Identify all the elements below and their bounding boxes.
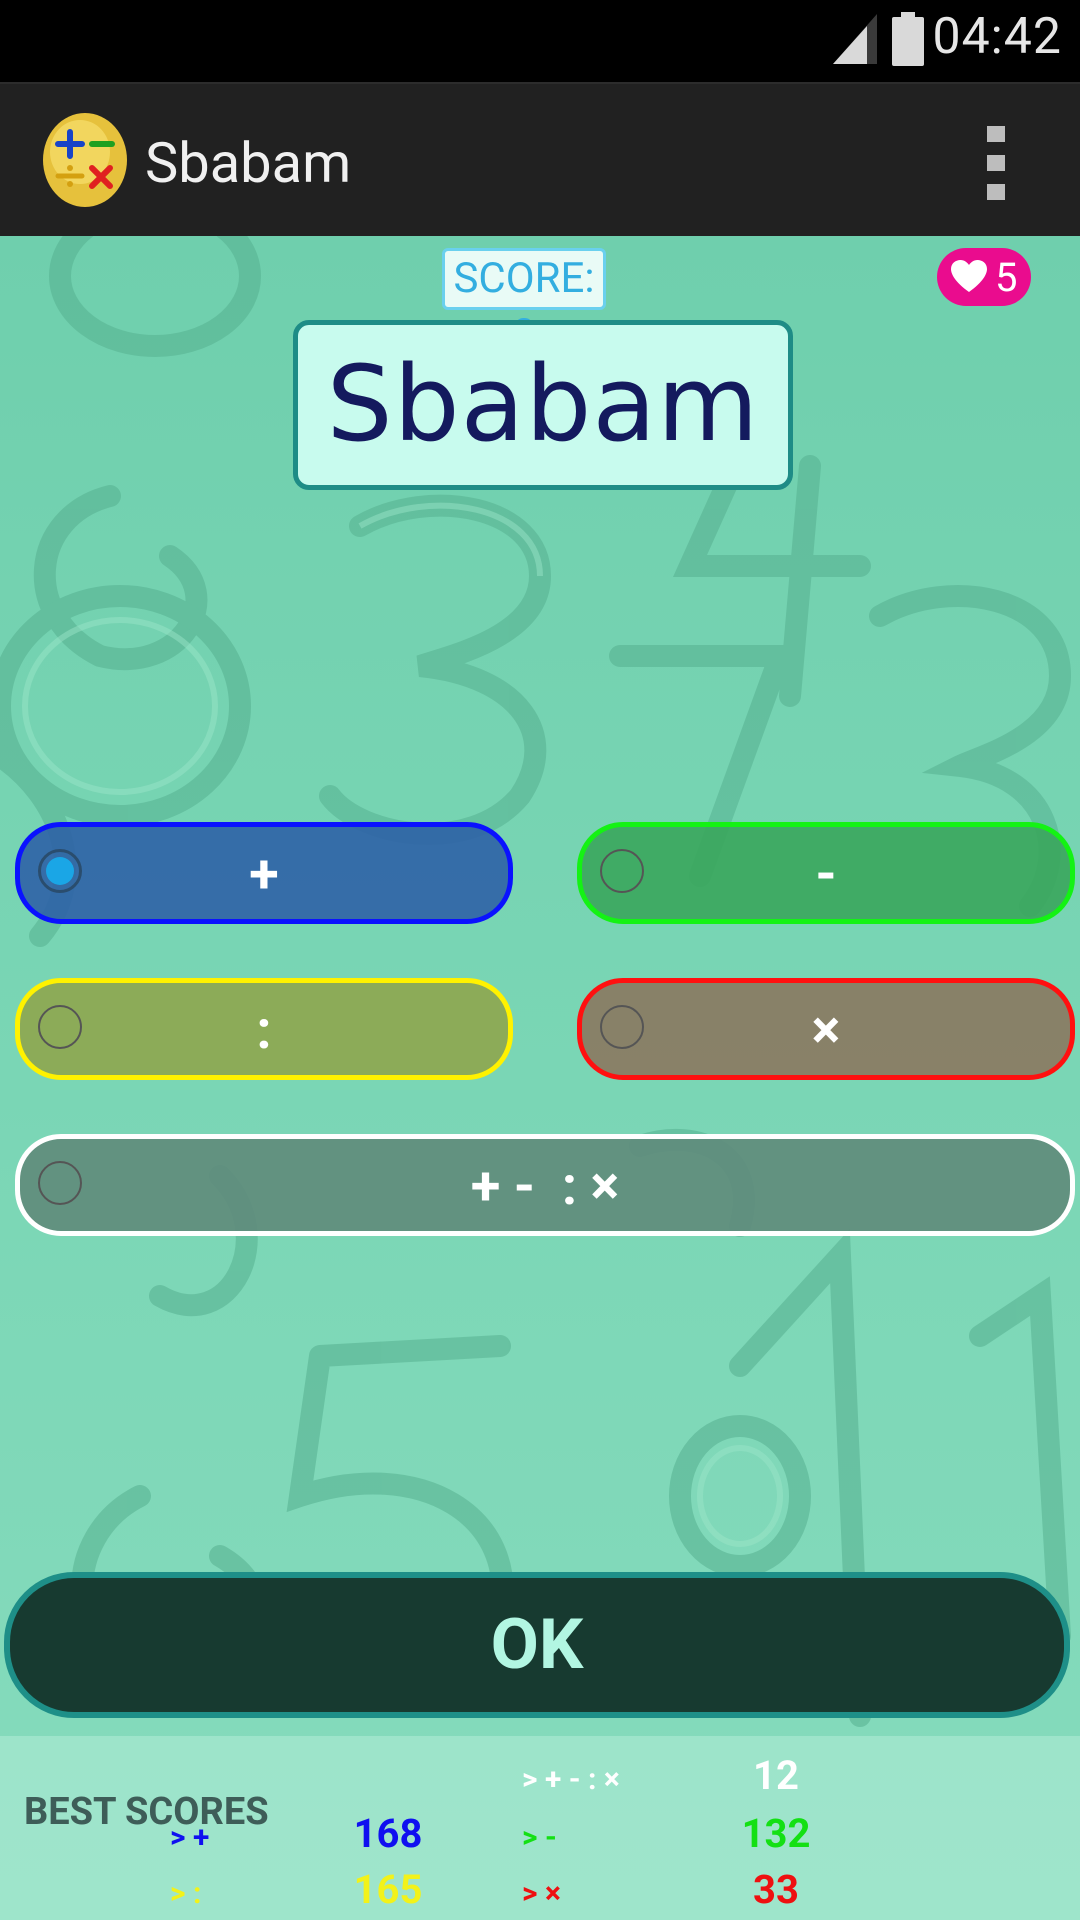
lives-badge: 5 xyxy=(937,248,1031,306)
op-addition-label: + xyxy=(249,843,279,906)
op-division-button[interactable]: : xyxy=(15,978,513,1080)
best-scores-title: BEST SCORES xyxy=(24,1790,269,1834)
op-multiplication-button[interactable]: × xyxy=(577,978,1075,1080)
battery-icon xyxy=(892,12,924,66)
best-scores-panel: BEST SCORES > + 168 > : 165 > + - : × 12… xyxy=(0,1736,1080,1920)
best-label-subtraction: > - xyxy=(522,1820,557,1855)
app-title: Sbabam xyxy=(145,130,352,196)
lives-count: 5 xyxy=(995,254,1018,301)
signal-icon xyxy=(833,14,877,64)
game-title: Sbabam xyxy=(293,320,793,490)
overflow-menu-icon[interactable] xyxy=(984,126,1008,200)
game-screen: SCORE: 0 5 Sbabam + - : × + - : × OK xyxy=(0,236,1080,1920)
best-value-division: 165 xyxy=(353,1866,423,1913)
op-subtraction-label: - xyxy=(815,843,837,906)
best-value-subtraction: 132 xyxy=(741,1810,811,1857)
best-value-all: 12 xyxy=(753,1752,799,1799)
op-multiplication-label: × xyxy=(811,999,841,1062)
best-label-addition: > + xyxy=(170,1820,210,1855)
action-bar: Sbabam xyxy=(0,82,1080,238)
status-bar: 04:42 xyxy=(0,0,1080,82)
op-all-label: + - : × xyxy=(470,1155,620,1218)
op-all-button[interactable]: + - : × xyxy=(15,1134,1075,1236)
status-time: 04:42 xyxy=(932,8,1062,66)
op-subtraction-button[interactable]: - xyxy=(577,822,1075,924)
best-label-multiplication: > × xyxy=(522,1876,561,1911)
op-division-label: : xyxy=(256,999,272,1062)
ok-button[interactable]: OK xyxy=(4,1572,1070,1718)
score-display: SCORE: 0 xyxy=(442,248,606,359)
best-value-addition: 168 xyxy=(353,1810,423,1857)
best-value-multiplication: 33 xyxy=(753,1866,799,1913)
best-label-division: > : xyxy=(170,1876,202,1911)
app-logo-icon[interactable] xyxy=(42,112,128,208)
best-label-all: > + - : × xyxy=(522,1762,620,1797)
heart-icon xyxy=(951,260,987,292)
op-addition-button[interactable]: + xyxy=(15,822,513,924)
